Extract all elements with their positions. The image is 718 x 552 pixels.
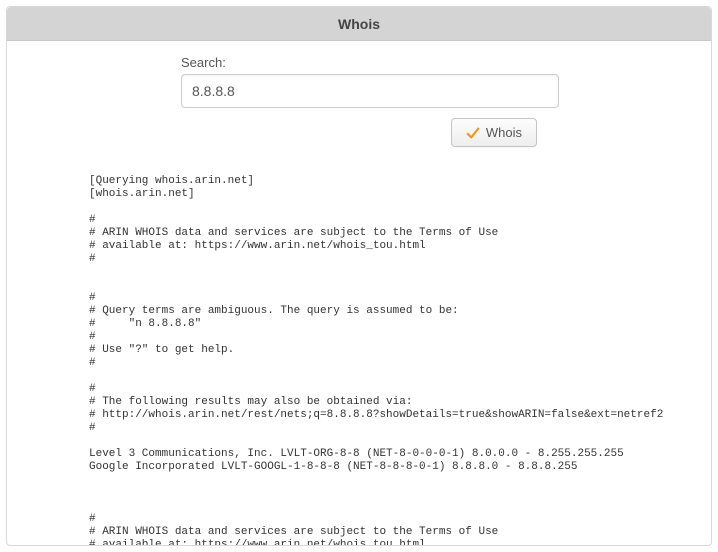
whois-results: [Querying whois.arin.net] [whois.arin.ne… xyxy=(7,147,711,545)
panel-title: Whois xyxy=(338,16,380,32)
check-icon xyxy=(466,126,480,140)
whois-button-label: Whois xyxy=(486,125,522,140)
whois-panel: Whois Search: Whois xyxy=(6,6,712,546)
panel-header: Whois xyxy=(7,7,711,41)
whois-button[interactable]: Whois xyxy=(451,118,537,147)
search-label: Search: xyxy=(181,55,683,70)
search-input[interactable] xyxy=(181,74,559,108)
